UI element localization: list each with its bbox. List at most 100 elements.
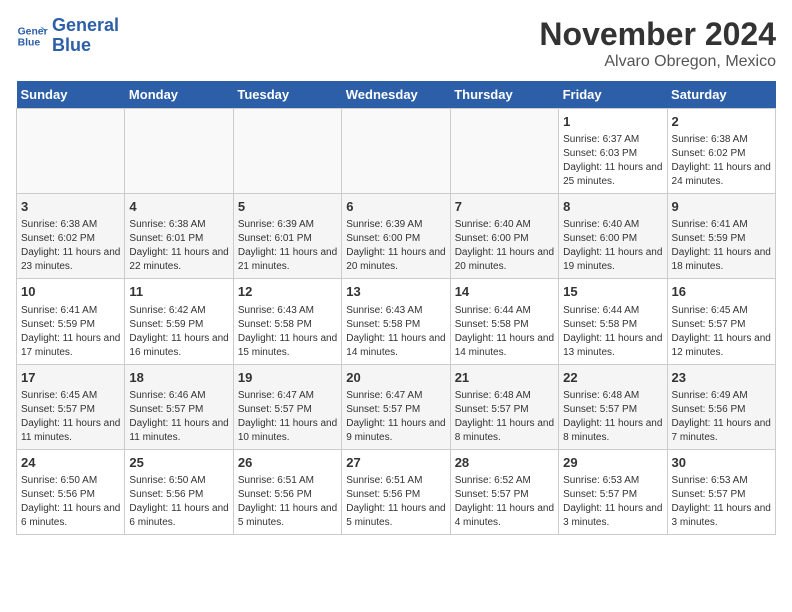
logo-text-general: General <box>52 16 119 36</box>
calendar-cell: 18Sunrise: 6:46 AM Sunset: 5:57 PM Dayli… <box>125 364 233 449</box>
calendar-cell: 1Sunrise: 6:37 AM Sunset: 6:03 PM Daylig… <box>559 109 667 194</box>
calendar-cell <box>17 109 125 194</box>
day-info: Sunrise: 6:38 AM Sunset: 6:02 PM Dayligh… <box>672 133 771 189</box>
calendar-cell: 10Sunrise: 6:41 AM Sunset: 5:59 PM Dayli… <box>17 279 125 364</box>
calendar-cell: 28Sunrise: 6:52 AM Sunset: 5:57 PM Dayli… <box>450 449 558 534</box>
week-row-5: 24 Sunrise: 6:50 AM Sunset: 5:56 PM Dayli… <box>17 449 776 534</box>
day-number: 27 <box>346 454 445 472</box>
calendar-cell: 21 Sunrise: 6:48 AM Sunset: 5:57 PM Dayli… <box>450 364 558 449</box>
day-info: Sunrise: 6:45 AM Sunset: 5:57 PM Dayligh… <box>672 304 771 360</box>
day-info: Sunrise: 6:47 AM Sunset: 5:57 PM Dayligh… <box>238 389 337 445</box>
day-number: 14 <box>455 283 554 301</box>
calendar-cell: 23Sunrise: 6:49 AM Sunset: 5:56 PM Dayli… <box>667 364 775 449</box>
day-info: Sunrise: 6:51 AM Sunset: 5:56 PM Dayligh… <box>346 474 445 530</box>
day-number: 18 <box>129 369 228 387</box>
logo-text-blue: Blue <box>52 36 119 56</box>
header-cell-monday: Monday <box>125 81 233 109</box>
day-number: 16 <box>672 283 771 301</box>
day-number: 3 <box>21 198 120 216</box>
calendar-cell: 24 Sunrise: 6:50 AM Sunset: 5:56 PM Dayli… <box>17 449 125 534</box>
day-number: 10 <box>21 283 120 301</box>
title-area: November 2024 Alvaro Obregon, Mexico <box>539 16 776 71</box>
day-info: Sunrise: 6:44 AM Sunset: 5:58 PM Dayligh… <box>455 304 554 360</box>
day-info: Sunrise: 6:47 AM Sunset: 5:57 PM Dayligh… <box>346 389 445 445</box>
calendar-cell: 6Sunrise: 6:39 AM Sunset: 6:00 PM Daylig… <box>342 194 450 279</box>
calendar-cell: 15 Sunrise: 6:44 AM Sunset: 5:58 PM Dayli… <box>559 279 667 364</box>
day-number: 17 <box>21 369 120 387</box>
calendar-cell: 4 Sunrise: 6:38 AM Sunset: 6:01 PM Daylig… <box>125 194 233 279</box>
day-info: Sunrise: 6:39 AM Sunset: 6:00 PM Dayligh… <box>346 218 445 274</box>
week-row-3: 10Sunrise: 6:41 AM Sunset: 5:59 PM Dayli… <box>17 279 776 364</box>
header-cell-thursday: Thursday <box>450 81 558 109</box>
day-info: Sunrise: 6:50 AM Sunset: 5:56 PM Dayligh… <box>129 474 228 530</box>
calendar-cell: 8Sunrise: 6:40 AM Sunset: 6:00 PM Daylig… <box>559 194 667 279</box>
day-info: Sunrise: 6:50 AM Sunset: 5:56 PM Dayligh… <box>21 474 120 530</box>
calendar-cell: 26 Sunrise: 6:51 AM Sunset: 5:56 PM Dayli… <box>233 449 341 534</box>
calendar-cell: 2 Sunrise: 6:38 AM Sunset: 6:02 PM Daylig… <box>667 109 775 194</box>
day-number: 29 <box>563 454 662 472</box>
day-info: Sunrise: 6:41 AM Sunset: 5:59 PM Dayligh… <box>672 218 771 274</box>
week-row-1: 1Sunrise: 6:37 AM Sunset: 6:03 PM Daylig… <box>17 109 776 194</box>
day-number: 21 <box>455 369 554 387</box>
calendar-cell: 9 Sunrise: 6:41 AM Sunset: 5:59 PM Daylig… <box>667 194 775 279</box>
calendar-cell: 19 Sunrise: 6:47 AM Sunset: 5:57 PM Dayli… <box>233 364 341 449</box>
day-info: Sunrise: 6:43 AM Sunset: 5:58 PM Dayligh… <box>346 304 445 360</box>
day-number: 9 <box>672 198 771 216</box>
day-number: 25 <box>129 454 228 472</box>
week-row-2: 3 Sunrise: 6:38 AM Sunset: 6:02 PM Daylig… <box>17 194 776 279</box>
week-row-4: 17 Sunrise: 6:45 AM Sunset: 5:57 PM Dayli… <box>17 364 776 449</box>
day-number: 24 <box>21 454 120 472</box>
day-info: Sunrise: 6:53 AM Sunset: 5:57 PM Dayligh… <box>563 474 662 530</box>
day-number: 4 <box>129 198 228 216</box>
logo: General Blue General Blue <box>16 16 119 56</box>
svg-text:Blue: Blue <box>18 37 41 48</box>
day-info: Sunrise: 6:52 AM Sunset: 5:57 PM Dayligh… <box>455 474 554 530</box>
calendar-cell: 20 Sunrise: 6:47 AM Sunset: 5:57 PM Dayli… <box>342 364 450 449</box>
calendar-cell <box>342 109 450 194</box>
day-info: Sunrise: 6:51 AM Sunset: 5:56 PM Dayligh… <box>238 474 337 530</box>
logo-icon: General Blue <box>16 20 48 52</box>
day-number: 8 <box>563 198 662 216</box>
day-number: 2 <box>672 113 771 131</box>
calendar-cell <box>450 109 558 194</box>
day-info: Sunrise: 6:48 AM Sunset: 5:57 PM Dayligh… <box>455 389 554 445</box>
calendar-cell: 7 Sunrise: 6:40 AM Sunset: 6:00 PM Daylig… <box>450 194 558 279</box>
calendar-cell: 22Sunrise: 6:48 AM Sunset: 5:57 PM Dayli… <box>559 364 667 449</box>
calendar-cell: 3 Sunrise: 6:38 AM Sunset: 6:02 PM Daylig… <box>17 194 125 279</box>
day-number: 15 <box>563 283 662 301</box>
calendar-subtitle: Alvaro Obregon, Mexico <box>539 53 776 71</box>
header-cell-saturday: Saturday <box>667 81 775 109</box>
calendar-cell: 25 Sunrise: 6:50 AM Sunset: 5:56 PM Dayli… <box>125 449 233 534</box>
calendar-cell: 14 Sunrise: 6:44 AM Sunset: 5:58 PM Dayli… <box>450 279 558 364</box>
day-number: 11 <box>129 283 228 301</box>
day-number: 20 <box>346 369 445 387</box>
day-number: 5 <box>238 198 337 216</box>
calendar-cell: 29 Sunrise: 6:53 AM Sunset: 5:57 PM Dayli… <box>559 449 667 534</box>
day-number: 7 <box>455 198 554 216</box>
header-cell-tuesday: Tuesday <box>233 81 341 109</box>
svg-text:General: General <box>18 26 48 37</box>
day-info: Sunrise: 6:49 AM Sunset: 5:56 PM Dayligh… <box>672 389 771 445</box>
day-number: 26 <box>238 454 337 472</box>
header-cell-wednesday: Wednesday <box>342 81 450 109</box>
calendar-cell <box>233 109 341 194</box>
day-number: 22 <box>563 369 662 387</box>
day-info: Sunrise: 6:38 AM Sunset: 6:01 PM Dayligh… <box>129 218 228 274</box>
calendar-cell: 16 Sunrise: 6:45 AM Sunset: 5:57 PM Dayli… <box>667 279 775 364</box>
day-number: 13 <box>346 283 445 301</box>
day-info: Sunrise: 6:42 AM Sunset: 5:59 PM Dayligh… <box>129 304 228 360</box>
day-number: 30 <box>672 454 771 472</box>
day-info: Sunrise: 6:38 AM Sunset: 6:02 PM Dayligh… <box>21 218 120 274</box>
calendar-table: SundayMondayTuesdayWednesdayThursdayFrid… <box>16 81 776 535</box>
calendar-cell: 5Sunrise: 6:39 AM Sunset: 6:01 PM Daylig… <box>233 194 341 279</box>
day-info: Sunrise: 6:45 AM Sunset: 5:57 PM Dayligh… <box>21 389 120 445</box>
header-cell-friday: Friday <box>559 81 667 109</box>
calendar-body: 1Sunrise: 6:37 AM Sunset: 6:03 PM Daylig… <box>17 109 776 535</box>
day-info: Sunrise: 6:53 AM Sunset: 5:57 PM Dayligh… <box>672 474 771 530</box>
calendar-cell: 27 Sunrise: 6:51 AM Sunset: 5:56 PM Dayli… <box>342 449 450 534</box>
calendar-cell: 13 Sunrise: 6:43 AM Sunset: 5:58 PM Dayli… <box>342 279 450 364</box>
calendar-cell: 17 Sunrise: 6:45 AM Sunset: 5:57 PM Dayli… <box>17 364 125 449</box>
day-info: Sunrise: 6:44 AM Sunset: 5:58 PM Dayligh… <box>563 304 662 360</box>
day-info: Sunrise: 6:40 AM Sunset: 6:00 PM Dayligh… <box>455 218 554 274</box>
day-number: 19 <box>238 369 337 387</box>
